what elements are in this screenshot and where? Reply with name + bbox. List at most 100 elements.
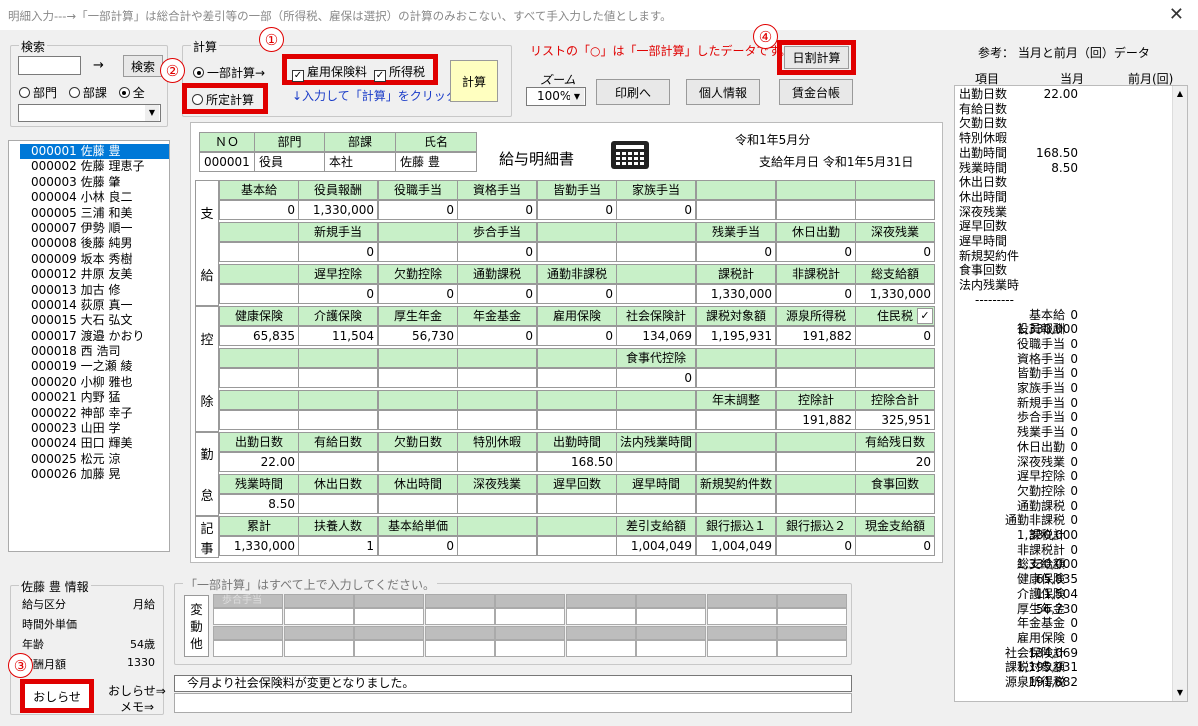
slip-value-cell[interactable] (219, 368, 299, 388)
search-button[interactable]: 検索 (123, 55, 163, 77)
employee-list-item[interactable]: 000007 伊勢 順一 (20, 221, 169, 236)
slip-value-cell[interactable]: 1,330,000 (696, 284, 776, 304)
slip-value-cell[interactable] (696, 200, 776, 220)
partial-value-cell[interactable] (636, 608, 706, 625)
scrollbar[interactable]: ▲ ▼ (1172, 86, 1187, 701)
radio-all[interactable]: 全 (118, 86, 145, 100)
slip-value-cell[interactable] (616, 284, 696, 304)
slip-value-cell[interactable]: 0 (537, 326, 617, 346)
partial-value-cell[interactable] (283, 640, 354, 657)
slip-value-cell[interactable]: 0 (537, 200, 617, 220)
slip-value-cell[interactable]: 0 (616, 200, 696, 220)
memo-box[interactable] (174, 693, 852, 713)
slip-value-cell[interactable] (219, 410, 299, 430)
partial-value-cell[interactable] (424, 640, 495, 657)
partial-value-cell[interactable] (636, 640, 706, 657)
radio-partial[interactable]: 一部計算→ (193, 64, 265, 81)
partial-value-cell[interactable] (213, 640, 283, 657)
slip-value-cell[interactable]: 11,504 (298, 326, 378, 346)
shotoku-check-icon[interactable]: ✓ (374, 70, 386, 82)
slip-value-cell[interactable]: 1,004,049 (616, 536, 696, 556)
slip-value-cell[interactable]: 168.50 (537, 452, 617, 472)
slip-value-cell[interactable] (457, 494, 537, 514)
slip-value-cell[interactable]: 1,004,049 (696, 536, 776, 556)
slip-value-cell[interactable] (616, 242, 696, 262)
slip-value-cell[interactable]: 1,195,931 (696, 326, 776, 346)
slip-value-cell[interactable] (855, 368, 935, 388)
slip-value-cell[interactable] (298, 494, 378, 514)
slip-value-cell[interactable] (776, 452, 856, 472)
slip-value-cell[interactable] (855, 200, 935, 220)
radio-all-circle[interactable] (118, 87, 130, 98)
slip-value-cell[interactable] (378, 494, 458, 514)
slip-value-cell[interactable] (616, 410, 696, 430)
radio-buka-circle[interactable] (68, 87, 80, 98)
partial-value-cell[interactable] (777, 608, 847, 625)
slip-value-cell[interactable] (696, 368, 776, 388)
slip-value-cell[interactable]: 1,330,000 (298, 200, 378, 220)
slip-value-cell[interactable] (457, 410, 537, 430)
slip-value-cell[interactable]: 0 (457, 326, 537, 346)
slip-value-cell[interactable]: 65,835 (219, 326, 299, 346)
partial-value-cell[interactable] (424, 608, 495, 625)
slip-value-cell[interactable]: 1,330,000 (219, 536, 299, 556)
employee-list-item[interactable]: 000020 小柳 雅也 (20, 375, 169, 390)
slip-value-cell[interactable] (776, 368, 856, 388)
slip-value-cell[interactable]: 191,882 (776, 326, 856, 346)
slip-value-cell[interactable] (378, 410, 458, 430)
zoom-select[interactable]: 100% ▼ (526, 87, 586, 106)
slip-value-cell[interactable]: 0 (537, 284, 617, 304)
slip-value-cell[interactable] (457, 452, 537, 472)
employee-list-item[interactable]: 000008 後藤 純男 (20, 236, 169, 251)
partial-value-cell[interactable] (213, 608, 283, 625)
slip-value-cell[interactable] (855, 494, 935, 514)
slip-value-cell[interactable]: 0 (457, 242, 537, 262)
employee-list-item[interactable]: 000019 一之瀬 綾 (20, 359, 169, 374)
employee-list-item[interactable]: 000009 坂本 秀樹 (20, 252, 169, 267)
slip-value-cell[interactable]: 0 (855, 326, 935, 346)
employee-list-item[interactable]: 000017 渡邉 かおり (20, 329, 169, 344)
employee-list-item[interactable]: 000013 加古 修 (20, 283, 169, 298)
partial-value-cell[interactable] (565, 640, 636, 657)
employee-list-item[interactable]: 000018 西 浩司 (20, 344, 169, 359)
employee-list-item[interactable]: 000012 井原 友美 (20, 267, 169, 282)
daily-calc-button[interactable]: 日割計算 (784, 46, 849, 69)
slip-value-cell[interactable] (616, 494, 696, 514)
slip-value-cell[interactable] (378, 368, 458, 388)
employee-list-item[interactable]: 000014 荻原 真一 (20, 298, 169, 313)
slip-value-cell[interactable] (696, 494, 776, 514)
partial-value-cell[interactable] (495, 640, 565, 657)
slip-value-cell[interactable]: 0 (219, 200, 299, 220)
slip-value-cell[interactable]: 8.50 (219, 494, 299, 514)
slip-value-cell[interactable]: 0 (378, 200, 458, 220)
employee-list-item[interactable]: 000021 内野 猛 (20, 390, 169, 405)
koyo-check-icon[interactable]: ✓ (292, 70, 304, 82)
slip-value-cell[interactable] (298, 452, 378, 472)
slip-value-cell[interactable] (378, 242, 458, 262)
slip-value-cell[interactable]: 0 (298, 284, 378, 304)
slip-value-cell[interactable]: 0 (298, 242, 378, 262)
employee-list-item[interactable]: 000005 三浦 和美 (20, 206, 169, 221)
slip-value-cell[interactable]: 0 (776, 284, 856, 304)
slip-value-cell[interactable] (378, 452, 458, 472)
ledger-button[interactable]: 賃金台帳 (779, 79, 853, 105)
memo-link[interactable]: メモ⇒ (120, 698, 154, 715)
slip-value-name[interactable]: 佐藤 豊 (395, 152, 477, 172)
partial-value-cell[interactable] (495, 608, 565, 625)
zoom-chevron-icon[interactable]: ▼ (570, 88, 584, 105)
slip-value-cell[interactable]: 1 (298, 536, 378, 556)
employee-list-item[interactable]: 000025 松元 涼 (20, 452, 169, 467)
slip-value-buka[interactable]: 本社 (324, 152, 396, 172)
slip-value-cell[interactable]: 0 (457, 284, 537, 304)
partial-value-cell[interactable] (565, 608, 636, 625)
partial-value-cell[interactable] (706, 640, 777, 657)
oshirase-button[interactable]: おしらせ (26, 684, 88, 708)
slip-value-cell[interactable]: 22.00 (219, 452, 299, 472)
partial-value-cell[interactable] (706, 608, 777, 625)
slip-value-cell[interactable] (776, 200, 856, 220)
personal-info-button[interactable]: 個人情報 (686, 79, 760, 105)
shotoku-checkbox[interactable]: ✓ 所得税 (374, 63, 425, 82)
slip-value-cell[interactable] (219, 242, 299, 262)
reference-list[interactable]: 出勤日数 22.00 有給日数 欠勤日数 特別休暇 出勤時間 168.50 残業時間 8.50 休… (954, 85, 1188, 702)
slip-value-cell[interactable] (457, 536, 537, 556)
